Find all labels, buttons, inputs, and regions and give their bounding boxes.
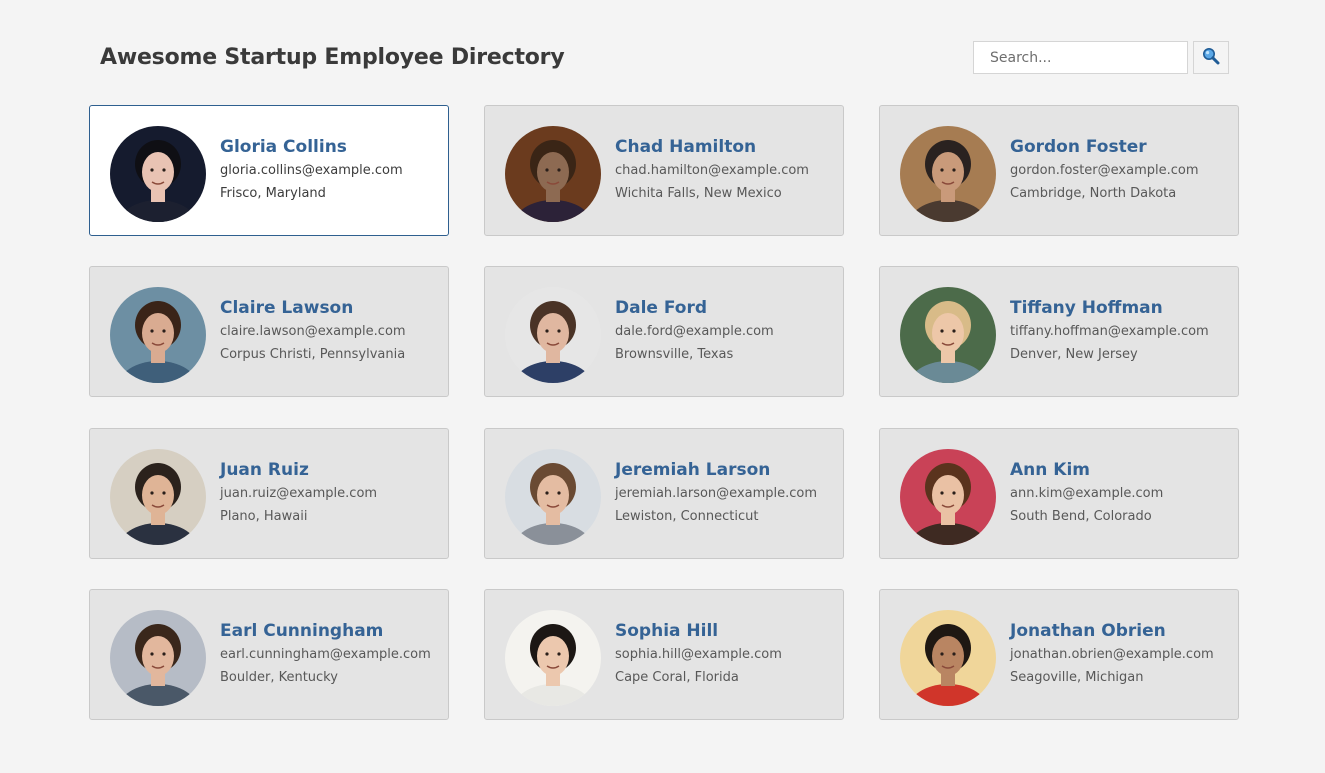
employee-info: Sophia Hill sophia.hill@example.com Cape C… [615,619,840,688]
employee-location: Corpus Christi, Pennsylvania [220,347,406,362]
employee-email: gordon.foster@example.com [1010,163,1199,178]
avatar [505,287,601,383]
employee-name: Claire Lawson [220,298,354,318]
employee-card[interactable]: Chad Hamilton chad.hamilton@example.com Wi… [484,105,844,236]
employee-info: Claire Lawson claire.lawson@example.com Co… [220,296,445,365]
employee-info: Jeremiah Larson jeremiah.larson@example.c… [615,458,840,527]
employee-name: Jonathan Obrien [1010,621,1166,641]
employee-name: Jeremiah Larson [615,460,771,480]
employee-location: Seagoville, Michigan [1010,670,1144,685]
avatar [110,126,206,222]
page-header: Awesome Startup Employee Directory [100,41,1229,75]
page-title: Awesome Startup Employee Directory [100,45,565,70]
employee-location: Brownsville, Texas [615,347,734,362]
employee-name: Ann Kim [1010,460,1090,480]
employee-info: Earl Cunningham earl.cunningham@example.c… [220,619,445,688]
employee-name: Sophia Hill [615,621,719,641]
employee-info: Juan Ruiz juan.ruiz@example.com Plano, Haw… [220,458,445,527]
employee-info: Chad Hamilton chad.hamilton@example.com Wi… [615,135,840,204]
employee-location: Denver, New Jersey [1010,347,1138,362]
employee-card[interactable]: Dale Ford dale.ford@example.com Brownsvill… [484,266,844,397]
employee-email: gloria.collins@example.com [220,163,403,178]
employee-location: Wichita Falls, New Mexico [615,186,782,201]
employee-info: Tiffany Hoffman tiffany.hoffman@example.c… [1010,296,1235,365]
employee-name: Juan Ruiz [220,460,309,480]
employee-location: Plano, Hawaii [220,509,308,524]
employee-info: Gloria Collins gloria.collins@example.com… [220,135,445,204]
employee-info: Gordon Foster gordon.foster@example.com Ca… [1010,135,1235,204]
employee-email: tiffany.hoffman@example.com [1010,324,1209,339]
employee-location: Frisco, Maryland [220,186,326,201]
search-input[interactable] [973,41,1188,74]
employee-email: sophia.hill@example.com [615,647,782,662]
avatar [900,126,996,222]
employee-location: Cape Coral, Florida [615,670,739,685]
employee-name: Dale Ford [615,298,708,318]
employee-card[interactable]: Ann Kim ann.kim@example.com South Bend, Co… [879,428,1239,559]
employee-email: jonathan.obrien@example.com [1010,647,1214,662]
avatar [110,610,206,706]
magnifier-icon [1202,47,1220,69]
employee-email: earl.cunningham@example.com [220,647,431,662]
employee-name: Earl Cunningham [220,621,384,641]
avatar [505,610,601,706]
employee-card[interactable]: Juan Ruiz juan.ruiz@example.com Plano, Haw… [89,428,449,559]
employee-email: chad.hamilton@example.com [615,163,809,178]
employee-card[interactable]: Earl Cunningham earl.cunningham@example.c… [89,589,449,720]
employee-name: Gordon Foster [1010,137,1147,157]
employee-name: Gloria Collins [220,137,347,157]
employee-email: juan.ruiz@example.com [220,486,378,501]
employee-info: Ann Kim ann.kim@example.com South Bend, Co… [1010,458,1235,527]
employee-card[interactable]: Claire Lawson claire.lawson@example.com Co… [89,266,449,397]
employee-email: claire.lawson@example.com [220,324,406,339]
avatar [900,287,996,383]
avatar [505,449,601,545]
employee-location: South Bend, Colorado [1010,509,1152,524]
employee-location: Boulder, Kentucky [220,670,338,685]
avatar [110,287,206,383]
employee-info: Jonathan Obrien jonathan.obrien@example.c… [1010,619,1235,688]
employee-card[interactable]: Jeremiah Larson jeremiah.larson@example.c… [484,428,844,559]
employee-card[interactable]: Gordon Foster gordon.foster@example.com Ca… [879,105,1239,236]
employee-email: dale.ford@example.com [615,324,774,339]
employee-name: Tiffany Hoffman [1010,298,1163,318]
search-button[interactable] [1193,41,1229,74]
employee-info: Dale Ford dale.ford@example.com Brownsvill… [615,296,840,365]
avatar [110,449,206,545]
avatar [900,449,996,545]
avatar [505,126,601,222]
employee-card[interactable]: Sophia Hill sophia.hill@example.com Cape C… [484,589,844,720]
employee-location: Lewiston, Connecticut [615,509,759,524]
avatar [900,610,996,706]
employee-name: Chad Hamilton [615,137,757,157]
employee-location: Cambridge, North Dakota [1010,186,1177,201]
employee-email: jeremiah.larson@example.com [615,486,818,501]
employee-card[interactable]: Jonathan Obrien jonathan.obrien@example.c… [879,589,1239,720]
employee-card[interactable]: Gloria Collins gloria.collins@example.com… [89,105,449,236]
employee-card[interactable]: Tiffany Hoffman tiffany.hoffman@example.c… [879,266,1239,397]
employee-email: ann.kim@example.com [1010,486,1164,501]
